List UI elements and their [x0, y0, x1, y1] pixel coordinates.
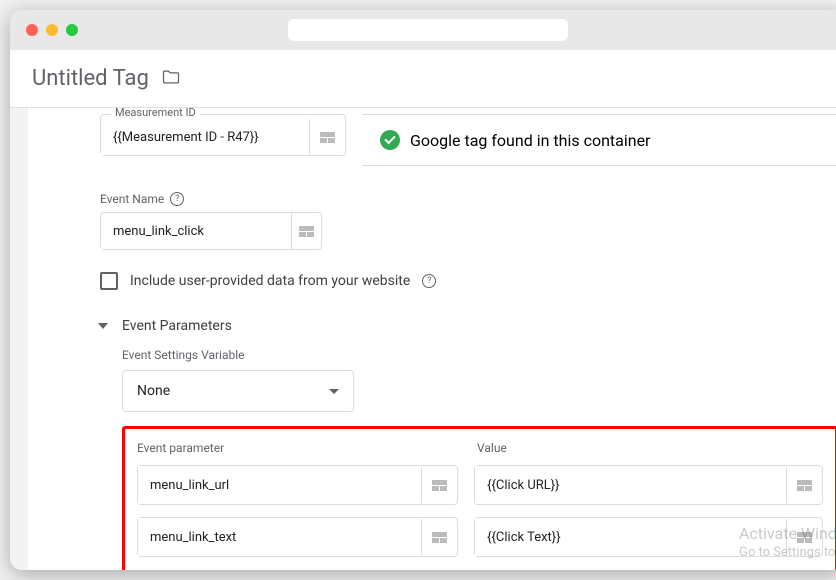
measurement-id-field: Measurement ID	[100, 114, 346, 156]
param-value-field	[474, 517, 823, 557]
variable-picker-button[interactable]	[786, 519, 822, 555]
settings-variable-value: None	[137, 383, 170, 399]
parameter-headers: Event parameter Value	[137, 441, 823, 455]
variable-icon	[432, 480, 447, 491]
variable-picker-button[interactable]	[309, 119, 345, 155]
param-value-field	[474, 465, 823, 505]
variable-icon	[797, 532, 812, 543]
content-area: Measurement ID Google tag found in this …	[10, 108, 836, 570]
help-icon[interactable]: ?	[170, 192, 184, 206]
folder-icon[interactable]	[161, 67, 181, 91]
event-parameters-body: Event Settings Variable None Event param…	[122, 348, 836, 570]
tag-status-message: Google tag found in this container	[362, 114, 836, 166]
param-name-field	[137, 517, 458, 557]
parameter-row	[137, 517, 823, 557]
measurement-row: Measurement ID Google tag found in this …	[100, 114, 836, 166]
traffic-lights	[26, 24, 78, 36]
checkbox-label: Include user-provided data from your web…	[130, 273, 410, 289]
close-window-button[interactable]	[26, 24, 38, 36]
param-header-value: Value	[477, 441, 823, 455]
include-user-data-row: Include user-provided data from your web…	[100, 272, 836, 290]
event-name-label: Event Name ?	[100, 192, 836, 206]
variable-icon	[299, 226, 314, 237]
page-header: Untitled Tag	[10, 50, 836, 108]
status-text: Google tag found in this container	[410, 131, 650, 150]
form-area: Measurement ID Google tag found in this …	[28, 108, 836, 570]
variable-picker-button[interactable]	[291, 213, 321, 249]
left-rail	[10, 108, 28, 570]
event-name-input[interactable]	[101, 214, 291, 249]
help-icon[interactable]: ?	[422, 274, 436, 288]
param-name-input[interactable]	[138, 518, 421, 556]
check-circle-icon	[380, 130, 400, 150]
dropdown-arrow-icon	[329, 389, 339, 394]
variable-picker-button[interactable]	[421, 519, 457, 555]
event-parameters-header[interactable]: Event Parameters	[98, 318, 836, 334]
param-value-input[interactable]	[475, 466, 786, 504]
event-parameters-title: Event Parameters	[122, 318, 232, 334]
variable-picker-button[interactable]	[786, 467, 822, 503]
event-name-field	[100, 212, 322, 250]
param-value-input[interactable]	[475, 518, 786, 556]
app-window: Untitled Tag Measurement ID	[10, 10, 836, 570]
window-titlebar	[10, 10, 836, 50]
measurement-id-input[interactable]	[101, 120, 309, 155]
parameter-row	[137, 465, 823, 505]
variable-icon	[320, 132, 335, 143]
variable-picker-button[interactable]	[421, 467, 457, 503]
address-bar[interactable]	[288, 19, 568, 41]
maximize-window-button[interactable]	[66, 24, 78, 36]
variable-icon	[432, 532, 447, 543]
variable-icon	[797, 480, 812, 491]
settings-variable-select[interactable]: None	[122, 370, 354, 412]
measurement-id-label: Measurement ID	[111, 108, 200, 119]
page-title: Untitled Tag	[32, 66, 149, 91]
param-header-name: Event parameter	[137, 441, 461, 455]
param-name-input[interactable]	[138, 466, 421, 504]
chevron-down-icon	[98, 323, 108, 329]
minimize-window-button[interactable]	[46, 24, 58, 36]
include-user-data-checkbox[interactable]	[100, 272, 118, 290]
settings-variable-label: Event Settings Variable	[122, 348, 836, 362]
param-name-field	[137, 465, 458, 505]
parameter-table-highlight: Event parameter Value	[122, 426, 836, 570]
